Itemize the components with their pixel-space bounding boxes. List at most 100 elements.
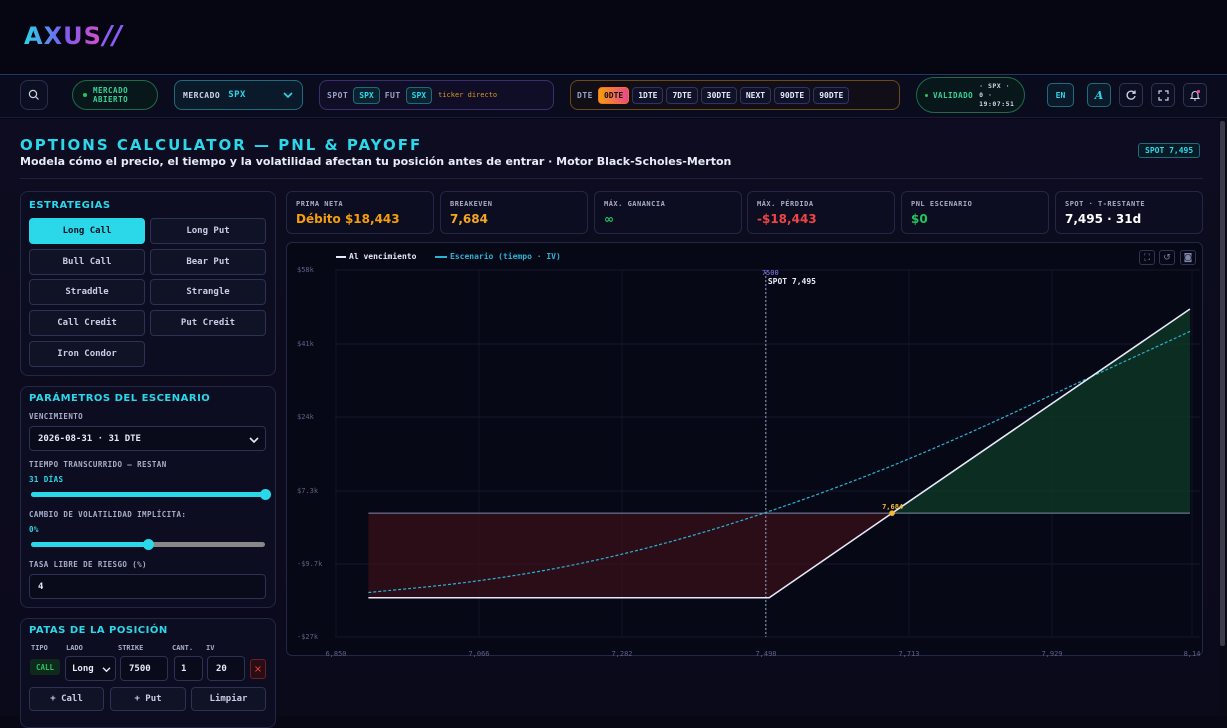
stat-value: Débito $18,443	[296, 212, 400, 226]
chart-snapshot-button[interactable]: ◙	[1180, 250, 1196, 265]
expand-icon: ⛶	[1143, 252, 1151, 263]
legs-heading: PATAS DE LA POSICIÓN	[29, 625, 168, 636]
strategy-straddle[interactable]: Straddle	[29, 279, 145, 305]
stat-spot-time: SPOT · T-RESTANTE 7,495 · 31d	[1055, 191, 1203, 234]
market-select[interactable]: MERCADO SPX	[174, 80, 303, 110]
chevron-down-icon	[283, 92, 293, 99]
ticker-input[interactable]: ticker directo	[438, 91, 497, 99]
stat-max-gain: MÁX. GANANCIA ∞	[594, 191, 742, 234]
stat-value: ∞	[604, 212, 614, 226]
leg-side-select[interactable]: Long	[65, 656, 116, 681]
stat-max-loss: MÁX. PÉRDIDA -$18,443	[747, 191, 895, 234]
time-value: 31 DÍAS	[29, 475, 64, 484]
leg-side-value: Long	[72, 663, 94, 674]
stat-net-premium: PRIMA NETA Débito $18,443	[286, 191, 434, 234]
bell-icon	[1189, 89, 1201, 101]
legend-scenario-label: Escenario (tiempo · IV)	[450, 252, 561, 261]
expiry-select[interactable]: 2026-08-31 · 31 DTE	[29, 426, 266, 451]
chevron-down-icon	[102, 667, 111, 673]
axus-logo[interactable]: AXUS //	[24, 18, 122, 54]
add-call-button[interactable]: + Call	[29, 687, 104, 711]
col-strike: STRIKE	[118, 644, 144, 652]
rate-label: TASA LIBRE DE RIESGO (%)	[29, 560, 147, 569]
page-subtitle: Modela cómo el precio, el tiempo y la vo…	[20, 155, 732, 168]
stat-label: MÁX. GANANCIA	[604, 200, 666, 208]
fut-label: FUT	[384, 90, 401, 100]
stat-value: 7,495 · 31d	[1065, 212, 1142, 226]
stat-value: $0	[911, 212, 928, 226]
search-button[interactable]	[20, 80, 48, 110]
spot-chip[interactable]: SPX	[353, 86, 380, 104]
legend-scenario: Escenario (tiempo · IV)	[435, 252, 561, 261]
chart-reset-button[interactable]: ↺	[1159, 250, 1175, 265]
iv-slider-handle[interactable]	[143, 539, 154, 550]
strategy-put-credit[interactable]: Put Credit	[150, 310, 266, 336]
rate-input[interactable]: 4	[29, 574, 266, 599]
market-select-label: MERCADO	[183, 90, 221, 100]
dte-90dte-2[interactable]: 90DTE	[813, 86, 850, 104]
reset-icon: ↺	[1163, 252, 1171, 263]
iv-slider[interactable]	[31, 539, 265, 550]
ticker-group: SPOT SPX FUT SPX ticker directo	[319, 80, 554, 110]
validated-info-3: 19:07:51	[979, 99, 1015, 108]
stat-label: MÁX. PÉRDIDA	[757, 200, 814, 208]
stat-label: BREAKEVEN	[450, 200, 493, 208]
clear-legs-button[interactable]: Limpiar	[191, 687, 266, 711]
language-button[interactable]: EN	[1047, 83, 1074, 107]
leg-qty-input[interactable]: 1	[174, 656, 203, 681]
font-size-button[interactable]: A	[1087, 83, 1111, 107]
legend-expiry-label: Al vencimiento	[349, 252, 417, 261]
fullscreen-icon	[1157, 89, 1169, 101]
strategy-bull-call[interactable]: Bull Call	[29, 249, 145, 275]
notifications-button[interactable]	[1183, 83, 1207, 107]
time-slider-handle[interactable]	[260, 489, 271, 500]
fullscreen-button[interactable]	[1151, 83, 1175, 107]
top-bar: AXUS //	[0, 0, 1227, 75]
scrollbar-thumb[interactable]	[1220, 121, 1225, 646]
refresh-button[interactable]	[1119, 83, 1143, 107]
add-put-button[interactable]: + Put	[110, 687, 186, 711]
spot-label: SPOT	[327, 90, 349, 100]
stat-value: 7,684	[450, 212, 488, 226]
stat-scenario-pnl: PNL ESCENARIO $0	[901, 191, 1049, 234]
chevron-down-icon	[249, 437, 259, 444]
strategy-long-call[interactable]: Long Call	[29, 218, 145, 244]
stat-breakeven: BREAKEVEN 7,684	[440, 191, 588, 234]
fut-chip[interactable]: SPX	[405, 86, 433, 104]
validated-info-1: · SPX ·	[979, 81, 1011, 90]
strategy-strangle[interactable]: Strangle	[150, 279, 266, 305]
validated-badge: VALIDADO · SPX · 0 · 19:07:51	[916, 77, 1025, 113]
strategy-long-put[interactable]: Long Put	[150, 218, 266, 244]
logo-slash: //	[102, 21, 122, 51]
strategy-bear-put[interactable]: Bear Put	[150, 249, 266, 275]
chart-expand-button[interactable]: ⛶	[1139, 250, 1155, 265]
stat-value: -$18,443	[757, 212, 817, 226]
iv-slider-fill	[31, 542, 148, 547]
leg-strike-input[interactable]: 7500	[120, 656, 168, 681]
search-icon	[28, 89, 39, 100]
legs-panel: PATAS DE LA POSICIÓN TIPO LADO STRIKE CA…	[20, 618, 276, 728]
scenario-panel: PARÁMETROS DEL ESCENARIO VENCIMIENTO 202…	[20, 386, 276, 608]
divider	[20, 178, 1203, 179]
iv-label: CAMBIO DE VOLATILIDAD IMPLÍCITA:	[29, 510, 187, 519]
page-scrollbar[interactable]	[1219, 119, 1227, 716]
strategies-panel: ESTRATEGIAS Long Call Long Put Bull Call…	[20, 191, 276, 376]
dte-7dte[interactable]: 7DTE	[666, 86, 698, 104]
strategy-call-credit[interactable]: Call Credit	[29, 310, 145, 336]
remove-leg-button[interactable]: ×	[250, 659, 266, 679]
dte-1dte[interactable]: 1DTE	[632, 86, 664, 104]
status-dot-icon	[83, 93, 87, 97]
camera-icon: ◙	[1183, 252, 1193, 263]
strategy-iron-condor[interactable]: Iron Condor	[29, 341, 145, 367]
market-status-badge: MERCADO ABIERTO	[72, 80, 158, 110]
expiry-value: 2026-08-31 · 31 DTE	[38, 433, 141, 444]
dte-90dte[interactable]: 90DTE	[774, 86, 811, 104]
dte-label: DTE	[577, 90, 593, 100]
leg-iv-input[interactable]: 20	[207, 656, 245, 681]
time-slider[interactable]	[31, 489, 271, 500]
col-iv: IV	[206, 644, 215, 652]
validated-label: VALIDADO	[933, 90, 974, 100]
dte-0dte[interactable]: 0DTE	[597, 86, 630, 104]
dte-30dte[interactable]: 30DTE	[700, 86, 737, 104]
dte-next[interactable]: NEXT	[739, 86, 772, 104]
